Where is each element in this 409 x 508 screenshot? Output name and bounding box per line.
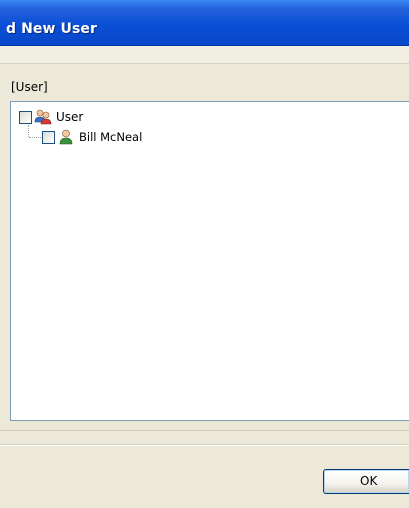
- ok-button[interactable]: OK: [323, 469, 409, 494]
- tree-node-bill-mcneal-checkbox[interactable]: [42, 130, 55, 144]
- title-bar: d New User: [0, 0, 409, 46]
- tree-node-user-checkbox[interactable]: [19, 110, 32, 124]
- tree-node-user-label: User: [56, 110, 84, 124]
- tree-node-bill-mcneal[interactable]: Bill McNeal: [42, 129, 142, 145]
- user-icon: [59, 129, 73, 145]
- user-tree[interactable]: User Bill McNeal: [10, 101, 409, 421]
- window-title: d New User: [6, 21, 98, 37]
- tree-node-bill-mcneal-label: Bill McNeal: [79, 130, 143, 144]
- group-label: [User]: [11, 80, 48, 94]
- header-band: [0, 46, 409, 64]
- divider: [0, 444, 409, 446]
- tree-connector: [29, 137, 41, 138]
- divider: [0, 430, 409, 431]
- tree-node-user[interactable]: User: [19, 109, 83, 125]
- tree-connector: [28, 125, 29, 137]
- user-group-icon: [34, 109, 52, 125]
